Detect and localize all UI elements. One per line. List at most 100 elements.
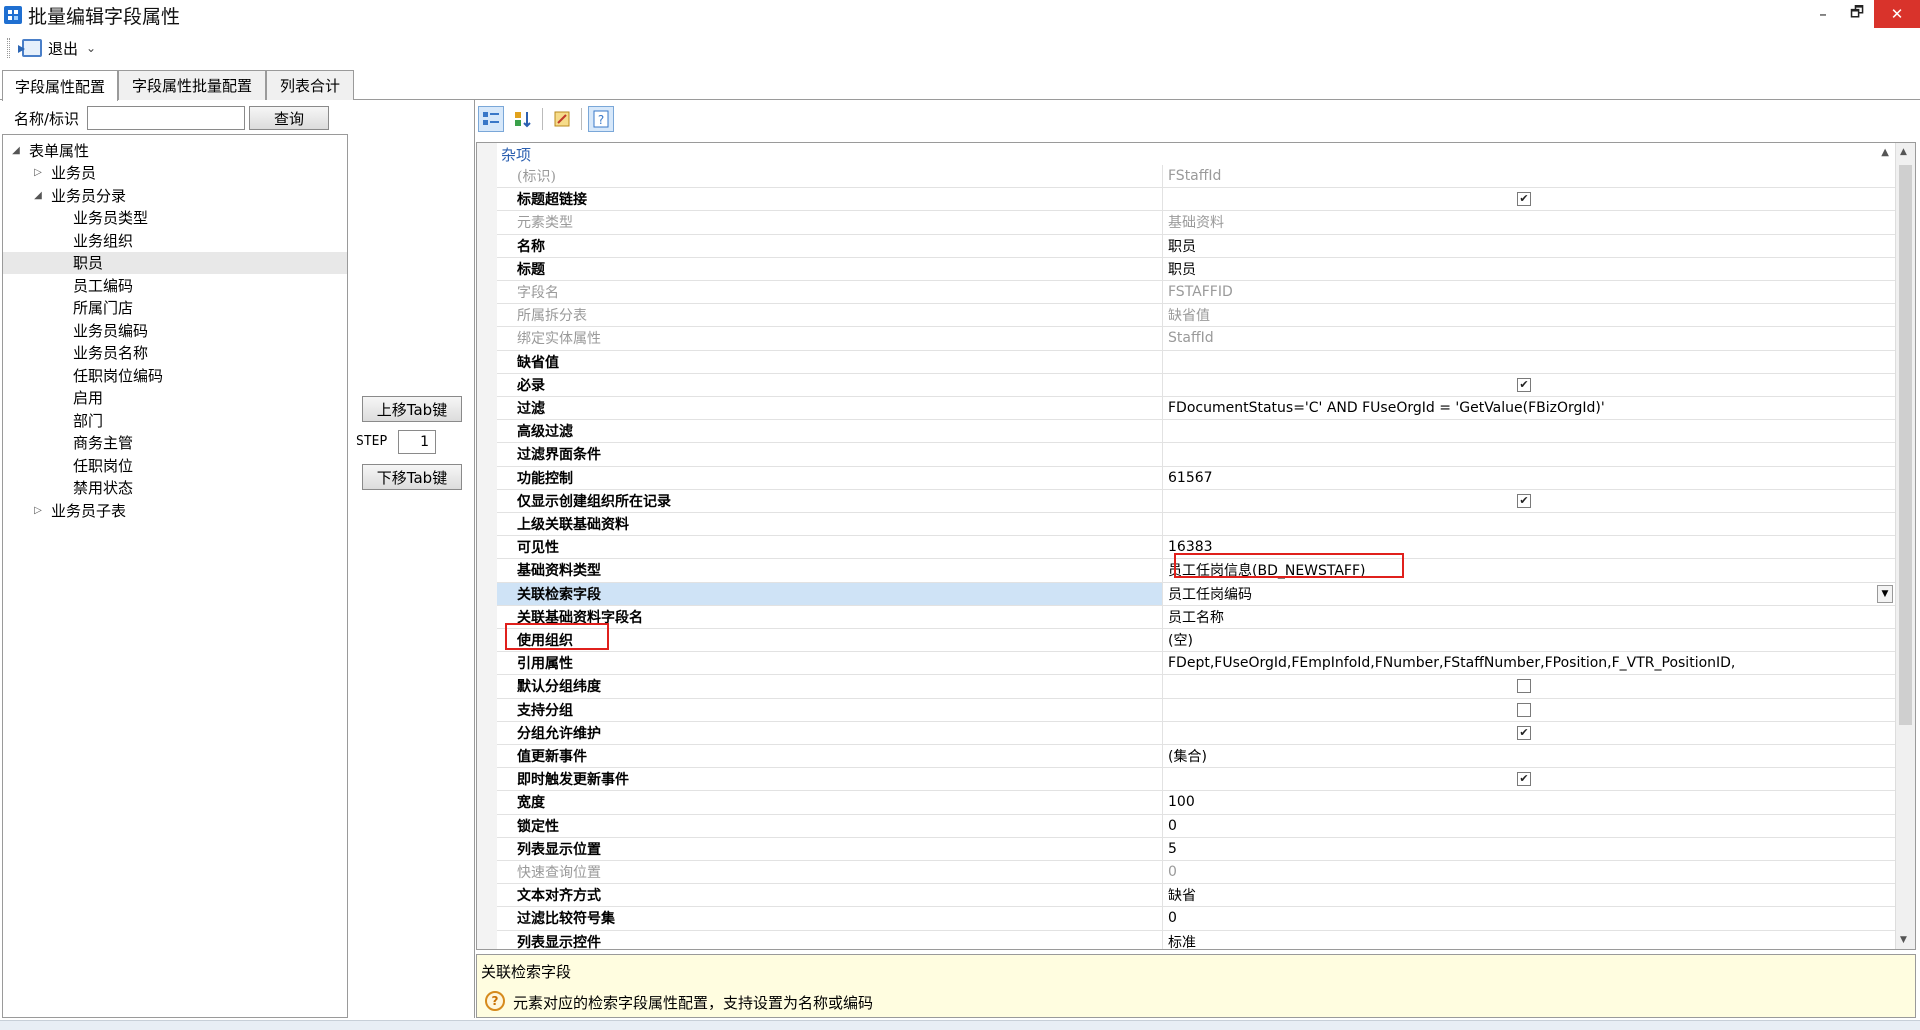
search-input[interactable] bbox=[87, 106, 246, 130]
property-row[interactable]: 默认分组纬度 bbox=[497, 675, 1895, 699]
property-row[interactable]: 名称 职员 bbox=[497, 234, 1895, 258]
tree-item[interactable]: 业务员类型 bbox=[3, 207, 347, 229]
property-row[interactable]: 使用组织 (空) bbox=[497, 629, 1895, 653]
property-value[interactable] bbox=[1164, 443, 1895, 465]
property-checkbox[interactable]: ✔ bbox=[1517, 192, 1531, 207]
tree-item[interactable]: ◢ 业务员分录 bbox=[3, 184, 347, 206]
property-row[interactable]: 关联基础资料字段名 员工名称 bbox=[497, 605, 1895, 629]
property-value[interactable]: ✔ bbox=[1164, 768, 1895, 790]
minimize-button[interactable]: – bbox=[1806, 0, 1840, 28]
property-checkbox[interactable]: ✔ bbox=[1517, 377, 1531, 392]
property-row[interactable]: 列表显示控件 标准 bbox=[497, 930, 1895, 949]
move-up-tab-button[interactable]: 上移Tab键 bbox=[362, 396, 462, 422]
tree-item[interactable]: 任职岗位编码 bbox=[3, 364, 347, 386]
collapse-icon[interactable]: ▲ bbox=[1881, 147, 1889, 158]
property-value[interactable]: FDept,FUseOrgId,FEmpInfoId,FNumber,FStaf… bbox=[1164, 652, 1895, 674]
help-icon[interactable]: ? bbox=[588, 106, 614, 132]
property-row[interactable]: 支持分组 bbox=[497, 698, 1895, 722]
chevron-down-icon[interactable]: ⌄ bbox=[86, 41, 96, 55]
scroll-down-icon[interactable]: ▼ bbox=[1900, 935, 1907, 945]
property-row[interactable]: 必录 ✔ bbox=[497, 373, 1895, 397]
property-row[interactable]: 值更新事件 (集合) bbox=[497, 745, 1895, 769]
restore-button[interactable]: 🗗 bbox=[1840, 0, 1874, 28]
property-row[interactable]: 功能控制 61567 bbox=[497, 466, 1895, 490]
property-row[interactable]: 快速查询位置 0 bbox=[497, 861, 1895, 885]
tree-item[interactable]: 商务主管 bbox=[3, 432, 347, 454]
property-value[interactable]: 5 bbox=[1164, 838, 1895, 860]
property-value[interactable]: ✔ bbox=[1164, 374, 1895, 396]
expand-arrow-icon[interactable]: ◢ bbox=[31, 190, 45, 201]
property-row[interactable]: 所属拆分表 缺省值 bbox=[497, 304, 1895, 328]
tree-item[interactable]: 所属门店 bbox=[3, 297, 347, 319]
move-down-tab-button[interactable]: 下移Tab键 bbox=[362, 464, 462, 490]
grid-scrollbar[interactable]: ▲ ▼ bbox=[1895, 143, 1915, 949]
close-button[interactable]: ✕ bbox=[1874, 0, 1920, 28]
tree-item[interactable]: 任职岗位 bbox=[3, 454, 347, 476]
property-checkbox[interactable] bbox=[1517, 679, 1531, 694]
property-value[interactable] bbox=[1164, 699, 1895, 721]
property-value[interactable]: 61567 bbox=[1164, 467, 1895, 489]
property-row[interactable]: 过滤界面条件 bbox=[497, 443, 1895, 467]
property-value[interactable] bbox=[1164, 351, 1895, 373]
property-value[interactable]: ✔ bbox=[1164, 188, 1895, 210]
property-row[interactable]: 锁定性 0 bbox=[497, 814, 1895, 838]
tree-item[interactable]: 禁用状态 bbox=[3, 477, 347, 499]
exit-button[interactable]: 退出 ⌄ bbox=[18, 35, 100, 61]
property-checkbox[interactable]: ✔ bbox=[1517, 772, 1531, 787]
property-row[interactable]: 仅显示创建组织所在记录 ✔ bbox=[497, 489, 1895, 513]
expand-arrow-icon[interactable]: ▷ bbox=[31, 505, 45, 516]
property-value[interactable]: 员工任岗编码 ▼ bbox=[1164, 583, 1895, 605]
property-checkbox[interactable] bbox=[1517, 702, 1531, 717]
property-row[interactable]: 关联检索字段 员工任岗编码 ▼ bbox=[497, 582, 1895, 606]
tree-item[interactable]: 启用 bbox=[3, 387, 347, 409]
tree-item[interactable]: ◢ 表单属性 bbox=[3, 139, 347, 161]
property-value[interactable] bbox=[1164, 420, 1895, 442]
property-value[interactable]: 职员 bbox=[1164, 258, 1895, 280]
property-value[interactable]: ✔ bbox=[1164, 722, 1895, 744]
tab-field-property-batch-config[interactable]: 字段属性批量配置 bbox=[118, 70, 266, 100]
categorized-view-icon[interactable] bbox=[478, 106, 504, 132]
tab-list-total[interactable]: 列表合计 bbox=[266, 70, 354, 100]
property-value[interactable]: 0 bbox=[1164, 907, 1895, 929]
category-row[interactable]: 杂项 ▲ bbox=[477, 143, 1895, 165]
property-value[interactable] bbox=[1164, 513, 1895, 535]
property-value[interactable]: 100 bbox=[1164, 791, 1895, 813]
tree-item[interactable]: ▷ 业务员 bbox=[3, 162, 347, 184]
tree-item[interactable]: ▷ 业务员子表 bbox=[3, 499, 347, 521]
property-row[interactable]: 宽度 100 bbox=[497, 791, 1895, 815]
expand-arrow-icon[interactable]: ◢ bbox=[9, 145, 23, 156]
property-row[interactable]: 上级关联基础资料 bbox=[497, 513, 1895, 537]
property-row[interactable]: 分组允许维护 ✔ bbox=[497, 721, 1895, 745]
property-row[interactable]: 过滤 FDocumentStatus='C' AND FUseOrgId = 'G… bbox=[497, 397, 1895, 421]
sort-alphabetical-icon[interactable] bbox=[510, 106, 536, 132]
expand-arrow-icon[interactable]: ▷ bbox=[31, 167, 45, 178]
property-row[interactable]: 元素类型 基础资料 bbox=[497, 211, 1895, 235]
property-value[interactable]: 员工名称 bbox=[1164, 606, 1895, 628]
property-row[interactable]: 绑定实体属性 StaffId bbox=[497, 327, 1895, 351]
property-value[interactable]: 职员 bbox=[1164, 235, 1895, 257]
query-button[interactable]: 查询 bbox=[249, 106, 330, 130]
property-value[interactable]: FDocumentStatus='C' AND FUseOrgId = 'Get… bbox=[1164, 397, 1895, 419]
scroll-up-icon[interactable]: ▲ bbox=[1900, 147, 1907, 157]
property-row[interactable]: (标识) FStaffId bbox=[497, 165, 1895, 189]
scroll-thumb[interactable] bbox=[1899, 165, 1912, 725]
tab-field-property-config[interactable]: 字段属性配置 bbox=[2, 70, 118, 101]
property-row[interactable]: 字段名 FSTAFFID bbox=[497, 281, 1895, 305]
property-pages-icon[interactable] bbox=[549, 106, 575, 132]
property-row[interactable]: 过滤比较符号集 0 bbox=[497, 907, 1895, 931]
property-row[interactable]: 标题 职员 bbox=[497, 257, 1895, 281]
property-row[interactable]: 列表显示位置 5 bbox=[497, 837, 1895, 861]
property-row[interactable]: 文本对齐方式 缺省 bbox=[497, 884, 1895, 908]
property-value[interactable]: 0 bbox=[1164, 815, 1895, 837]
tree-item[interactable]: 部门 bbox=[3, 409, 347, 431]
property-row[interactable]: 高级过滤 bbox=[497, 420, 1895, 444]
property-row[interactable]: 即时触发更新事件 ✔ bbox=[497, 768, 1895, 792]
property-value[interactable] bbox=[1164, 675, 1895, 697]
dropdown-arrow-icon[interactable]: ▼ bbox=[1877, 584, 1893, 603]
property-value[interactable]: (空) bbox=[1164, 629, 1895, 651]
property-value[interactable]: (集合) bbox=[1164, 745, 1895, 767]
tree-item[interactable]: 业务员编码 bbox=[3, 319, 347, 341]
property-row[interactable]: 缺省值 bbox=[497, 350, 1895, 374]
tree-item[interactable]: 业务组织 bbox=[3, 229, 347, 251]
property-row[interactable]: 标题超链接 ✔ bbox=[497, 188, 1895, 212]
